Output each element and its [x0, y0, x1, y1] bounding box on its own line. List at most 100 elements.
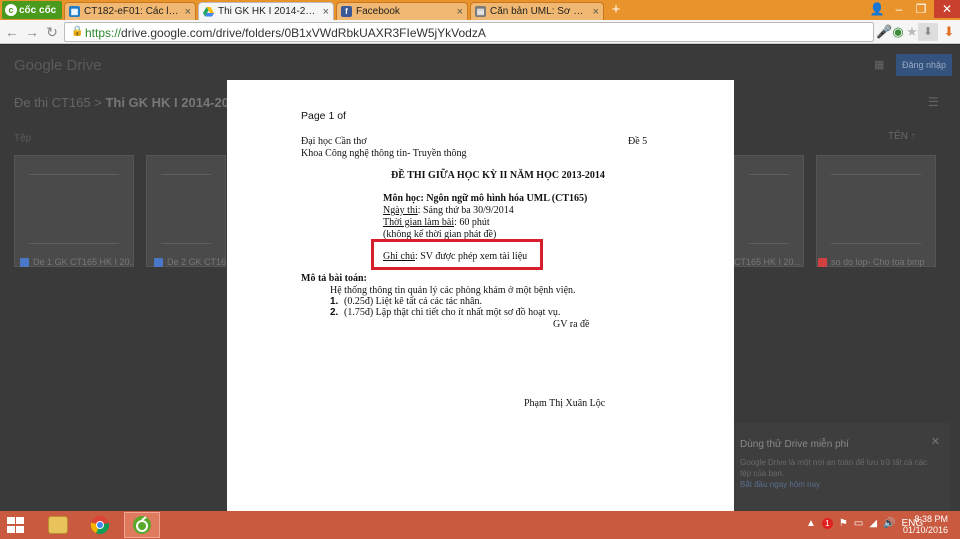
address-bar[interactable]: 🔒 https://drive.google.com/drive/folders… — [64, 22, 874, 42]
exam-note: Ghi chú: SV được phép xem tài liệu — [383, 251, 527, 262]
file-thumbnail[interactable] — [146, 155, 226, 267]
page-icon: ▤ — [475, 6, 486, 17]
promo-body: Google Drive là một nơi an toàn để lưu t… — [740, 457, 936, 490]
clock-date: 01/10/2016 — [902, 525, 948, 535]
image-file-icon — [818, 257, 827, 267]
drive-promo-card: Dùng thử Drive miễn phí Google Drive là … — [730, 423, 950, 513]
files-header: Tệp — [14, 133, 32, 144]
promo-title: Dùng thử Drive miễn phí — [740, 439, 849, 450]
file-thumbnail[interactable] — [816, 155, 936, 267]
doc-file-icon — [154, 257, 163, 267]
back-arrow-icon[interactable]: ← — [4, 24, 20, 40]
trello-icon: ▦ — [69, 6, 80, 17]
lock-icon: 🔒 — [71, 26, 84, 37]
profile-icon[interactable]: 👤 — [866, 0, 888, 18]
close-icon[interactable]: ✕ — [931, 435, 940, 448]
breadcrumb-root[interactable]: Đe thi CT165 — [14, 95, 91, 110]
sign-in-button[interactable]: Đăng nhập — [896, 54, 952, 76]
file-name-label: so do lop- Cho toa bmp — [831, 257, 925, 267]
document-preview: Page 1 of Đại học Cần thơ Đề 5 Khoa Công… — [227, 80, 734, 511]
breadcrumb-current: Thi GK HK I 2014-201 — [105, 95, 237, 110]
url-text[interactable]: https://drive.google.com/drive/folders/0… — [85, 26, 486, 40]
breadcrumb-separator: > — [94, 95, 102, 110]
url-path: drive.google.com/drive/folders/0B1xVWdRb… — [121, 26, 486, 40]
subject-line: Môn học: Ngôn ngữ mô hình hóa UML (CT165… — [383, 193, 588, 204]
chrome-icon — [90, 516, 110, 535]
google-drive-icon — [203, 6, 214, 17]
tab-title: Facebook — [356, 6, 400, 17]
close-icon[interactable]: × — [457, 6, 463, 18]
file-thumbnail[interactable] — [14, 155, 134, 267]
tab-title: CT182-eF01: Các link hữu — [84, 6, 181, 17]
date-value: : Sáng thứ ba 30/9/2014 — [417, 205, 514, 216]
file-explorer-taskbar-button[interactable] — [40, 512, 76, 538]
browser-toolbar: ← → ↻ 🔒 https://drive.google.com/drive/f… — [0, 20, 960, 44]
tab-facebook[interactable]: f Facebook × — [336, 2, 468, 20]
file-name-label: De 2 GK CT165 — [167, 257, 226, 267]
forward-arrow-icon[interactable]: → — [24, 24, 40, 40]
volume-icon[interactable]: 🔊 — [883, 518, 895, 529]
network-icon[interactable]: ◢ — [869, 518, 877, 529]
exam-number: Đề 5 — [628, 136, 648, 147]
faculty-name: Khoa Công nghệ thông tin- Truyền thông — [301, 148, 467, 159]
url-scheme: https:// — [85, 26, 122, 40]
sort-label: TÊN — [888, 131, 908, 142]
windows-taskbar: ▲ 1 ⚑ ▭ ◢ 🔊 ENG 8:38 PM 01/10/2016 — [0, 511, 960, 539]
apps-grid-icon[interactable]: ▦ — [874, 59, 886, 71]
chevron-up-icon[interactable]: ▲ — [806, 518, 816, 529]
battery-icon[interactable]: ▭ — [854, 518, 863, 529]
file-name[interactable]: so do lop- Cho toa bmp — [818, 255, 936, 269]
question-item: 2. (1.75đ) Lập thật chi tiết cho ít nhất … — [330, 307, 560, 318]
file-name[interactable]: CT165 HK I 20... — [734, 255, 804, 269]
duration-value: : 60 phút — [454, 217, 490, 228]
tab-title: Thi GK HK I 2014-2015 CT — [218, 6, 319, 17]
date-label: Ngày thi — [383, 205, 418, 216]
coccoc-taskbar-button[interactable] — [124, 512, 160, 538]
exam-duration: Thời gian làm bài: 60 phút — [383, 217, 490, 228]
notification-badge[interactable]: 1 — [821, 518, 833, 529]
tab-google-drive[interactable]: Thi GK HK I 2014-2015 CT × — [198, 2, 334, 20]
start-button[interactable] — [6, 516, 26, 534]
note-value: : SV được phép xem tài liệu — [414, 251, 528, 262]
tab-trello[interactable]: ▦ CT182-eF01: Các link hữu × — [64, 2, 196, 20]
browser-tab-bar: c cốc cốc ▦ CT182-eF01: Các link hữu × T… — [0, 0, 960, 20]
flag-icon[interactable]: ⚑ — [839, 518, 848, 529]
menu-icon[interactable]: ⬇ — [941, 23, 957, 41]
file-name[interactable]: De 1 GK CT165 HK I 20... — [20, 255, 134, 269]
breadcrumb: Đe thi CT165 > Thi GK HK I 2014-201 — [14, 95, 236, 110]
arrow-up-icon: ↑ — [910, 131, 916, 142]
restore-button[interactable]: ❐ — [910, 0, 932, 18]
close-icon[interactable]: × — [593, 6, 599, 18]
minimize-button[interactable]: – — [888, 0, 910, 18]
coccoc-menu-button[interactable]: c cốc cốc — [2, 1, 62, 19]
list-view-icon[interactable]: ☰ — [928, 95, 939, 109]
sort-by-name[interactable]: TÊN ↑ — [888, 131, 916, 142]
exam-date: Ngày thi: Sáng thứ ba 30/9/2014 — [383, 205, 514, 216]
folder-icon — [48, 516, 68, 534]
exam-title: ĐỀ THI GIỮA HỌC KỲ II NĂM HỌC 2013-2014 — [391, 170, 605, 181]
download-icon[interactable]: ⬇ — [918, 23, 938, 41]
clock[interactable]: 8:38 PM 01/10/2016 — [896, 514, 948, 536]
file-name-label: De 1 GK CT165 HK I 20... — [33, 257, 134, 267]
close-icon[interactable]: × — [185, 6, 191, 18]
university-name: Đại học Cần thơ — [301, 136, 367, 147]
file-thumbnail[interactable] — [734, 155, 804, 267]
tab-uml[interactable]: ▤ Căn bản UML: Sơ đồ lớp × — [470, 2, 604, 20]
coccoc-icon — [133, 516, 151, 534]
question-number: 1. — [330, 296, 339, 307]
clock-time: 8:38 PM — [914, 514, 948, 524]
close-window-button[interactable]: ✕ — [934, 0, 960, 18]
promo-text: Google Drive là một nơi an toàn để lưu t… — [740, 458, 928, 478]
page-label: Page 1 of — [301, 110, 346, 122]
tab-title: Căn bản UML: Sơ đồ lớp — [490, 6, 589, 17]
new-tab-button[interactable]: + — [606, 2, 626, 19]
close-icon[interactable]: × — [323, 6, 329, 18]
problem-text: Hệ thống thông tin quản lý các phòng khá… — [330, 285, 576, 296]
reload-icon[interactable]: ↻ — [44, 24, 60, 40]
doc-file-icon — [20, 257, 29, 267]
question-text: (0.25đ) Liệt kê tất cả các tác nhân. — [344, 296, 482, 307]
chrome-taskbar-button[interactable] — [82, 512, 118, 538]
file-name-label: CT165 HK I 20... — [734, 257, 802, 267]
promo-link[interactable]: Bắt đầu ngay hôm nay — [740, 480, 820, 489]
file-name[interactable]: De 2 GK CT165 — [154, 255, 226, 269]
